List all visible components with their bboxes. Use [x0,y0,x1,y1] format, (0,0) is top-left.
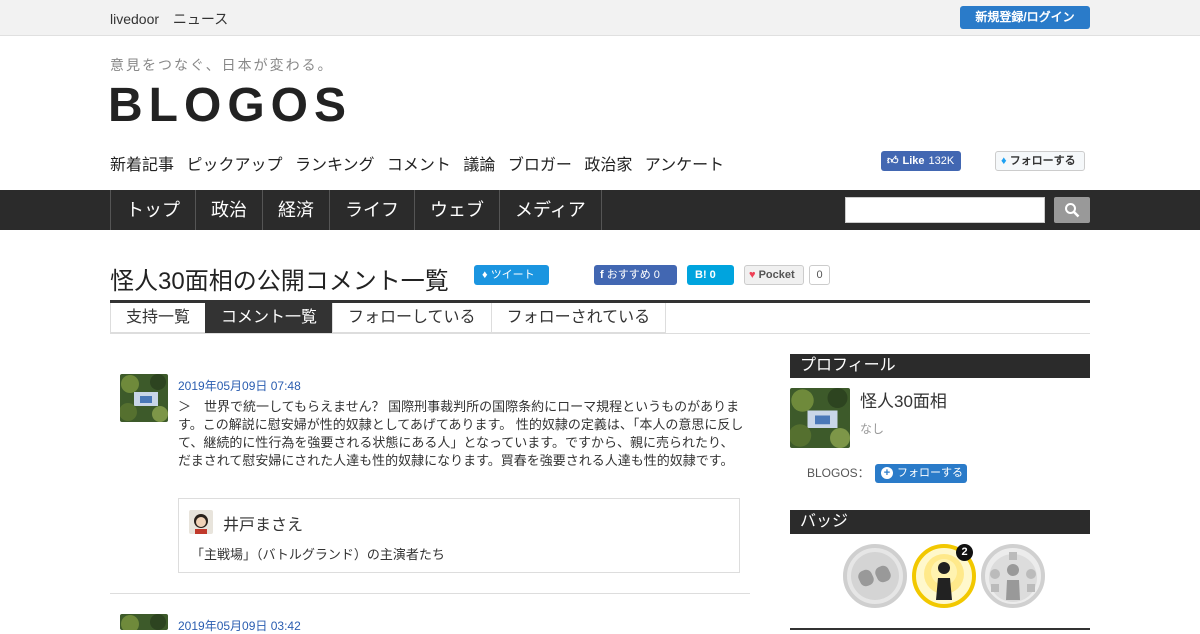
blogos-follow-label: BLOGOS： [807,466,870,480]
quoted-article-title: 「主戦場」（バトルグランド）の主演者たち [191,547,445,562]
pocket-label: Pocket [758,269,795,281]
twitter-follow-button[interactable]: ♦ フォローする [995,151,1085,171]
blogos-logo[interactable]: BLOGOS [108,78,352,133]
subnav-new-articles[interactable]: 新着記事 [110,157,174,174]
nav-politics[interactable]: 政治 [196,190,263,230]
thumbs-up-icon: 👍︎ [887,155,899,167]
commenter-avatar[interactable] [120,374,168,422]
badge-count: 2 [956,544,973,561]
tab-supports[interactable]: 支持一覧 [110,303,207,333]
facebook-like-button[interactable]: 👍︎ Like 132K [881,151,961,171]
nav-media[interactable]: メディア [500,190,602,230]
subnav-comments[interactable]: コメント [387,157,451,174]
quoted-author-name: 井戸まさえ [223,517,304,534]
subnav-discussion[interactable]: 議論 [463,157,495,174]
subnav-ranking[interactable]: ランキング [295,157,375,174]
facebook-recommend-button[interactable]: f おすすめ 0 [594,265,677,285]
fb-recommend-label: おすすめ 0 [606,269,660,281]
tweet-button[interactable]: ♦ ツイート [474,265,549,285]
register-login-button[interactable]: 新規登録/ログイン [960,6,1090,29]
livedoor-news-brand[interactable]: livedoor ニュース [110,9,238,29]
nav-economy[interactable]: 経済 [263,190,330,230]
news-label: ニュース [172,11,229,27]
tw-follow-label: フォローする [1009,155,1076,167]
pocket-icon: ♥ [749,269,756,281]
search-icon [1065,203,1080,218]
binoculars-badge-icon[interactable] [843,544,907,608]
tabs-bottom-rule [110,333,1090,334]
hatena-bookmark-button[interactable]: B! 0 [687,265,734,285]
profile-header: プロフィール [790,354,1090,378]
search-button[interactable] [1054,197,1090,223]
profile-avatar [790,388,850,448]
subnav-pickup[interactable]: ピックアップ [186,157,282,174]
fb-like-label: Like [902,155,925,167]
subnav-politicians[interactable]: 政治家 [584,157,632,174]
tab-comments[interactable]: コメント一覧 [205,303,334,333]
facebook-icon: f [600,269,604,281]
comment-date[interactable]: 2019年05月09日 03:42 [178,617,301,634]
profile-tabs: 支持一覧 コメント一覧 フォローしている フォローされている [110,303,667,333]
pocket-button[interactable]: ♥ Pocket [744,265,804,285]
author-avatar [189,510,213,534]
quoted-article-card[interactable]: 井戸まさえ 「主戦場」（バトルグランド）の主演者たち [178,498,740,573]
pocket-count: 0 [809,265,830,285]
profile-description: なし [860,422,885,436]
page-title: 怪人30面相の公開コメント一覧 [110,268,449,295]
site-tagline: 意見をつなぐ、日本が変わる。 [110,57,334,73]
livedoor-label: livedoor [110,11,160,27]
tab-followers[interactable]: フォローされている [490,303,667,333]
comment-divider [110,593,750,594]
follow-button[interactable]: + フォローする [875,464,967,483]
search-input[interactable] [845,197,1045,223]
plus-icon: + [881,467,893,479]
profile-name: 怪人30面相 [860,392,947,411]
sub-navigation: 新着記事 ピックアップ ランキング コメント 議論 ブロガー 政治家 アンケート [110,151,732,175]
twitter-bird-icon: ♦ [1001,155,1007,167]
comment-date[interactable]: 2019年05月09日 07:48 [178,377,301,394]
top-bar: livedoor ニュース 新規登録/ログイン [0,0,1200,36]
subnav-survey[interactable]: アンケート [645,157,724,174]
tweet-label: ツイート [490,269,535,281]
social-badge-icon[interactable] [981,544,1045,608]
subnav-bloggers[interactable]: ブロガー [508,157,572,174]
fb-like-count: 132K [928,155,955,167]
nav-life[interactable]: ライフ [330,190,415,230]
twitter-bird-icon: ♦ [482,269,488,281]
follow-label: フォローする [897,467,963,479]
badges-header: バッジ [790,510,1090,534]
tab-following[interactable]: フォローしている [332,303,492,333]
commenter-avatar[interactable] [120,614,168,630]
nav-web[interactable]: ウェブ [415,190,500,230]
nav-top[interactable]: トップ [111,190,196,230]
comment-text: ＞ 世界で統一してもらえません？ 国際刑事裁判所の国際条約にローマ規程というもの… [178,399,744,468]
